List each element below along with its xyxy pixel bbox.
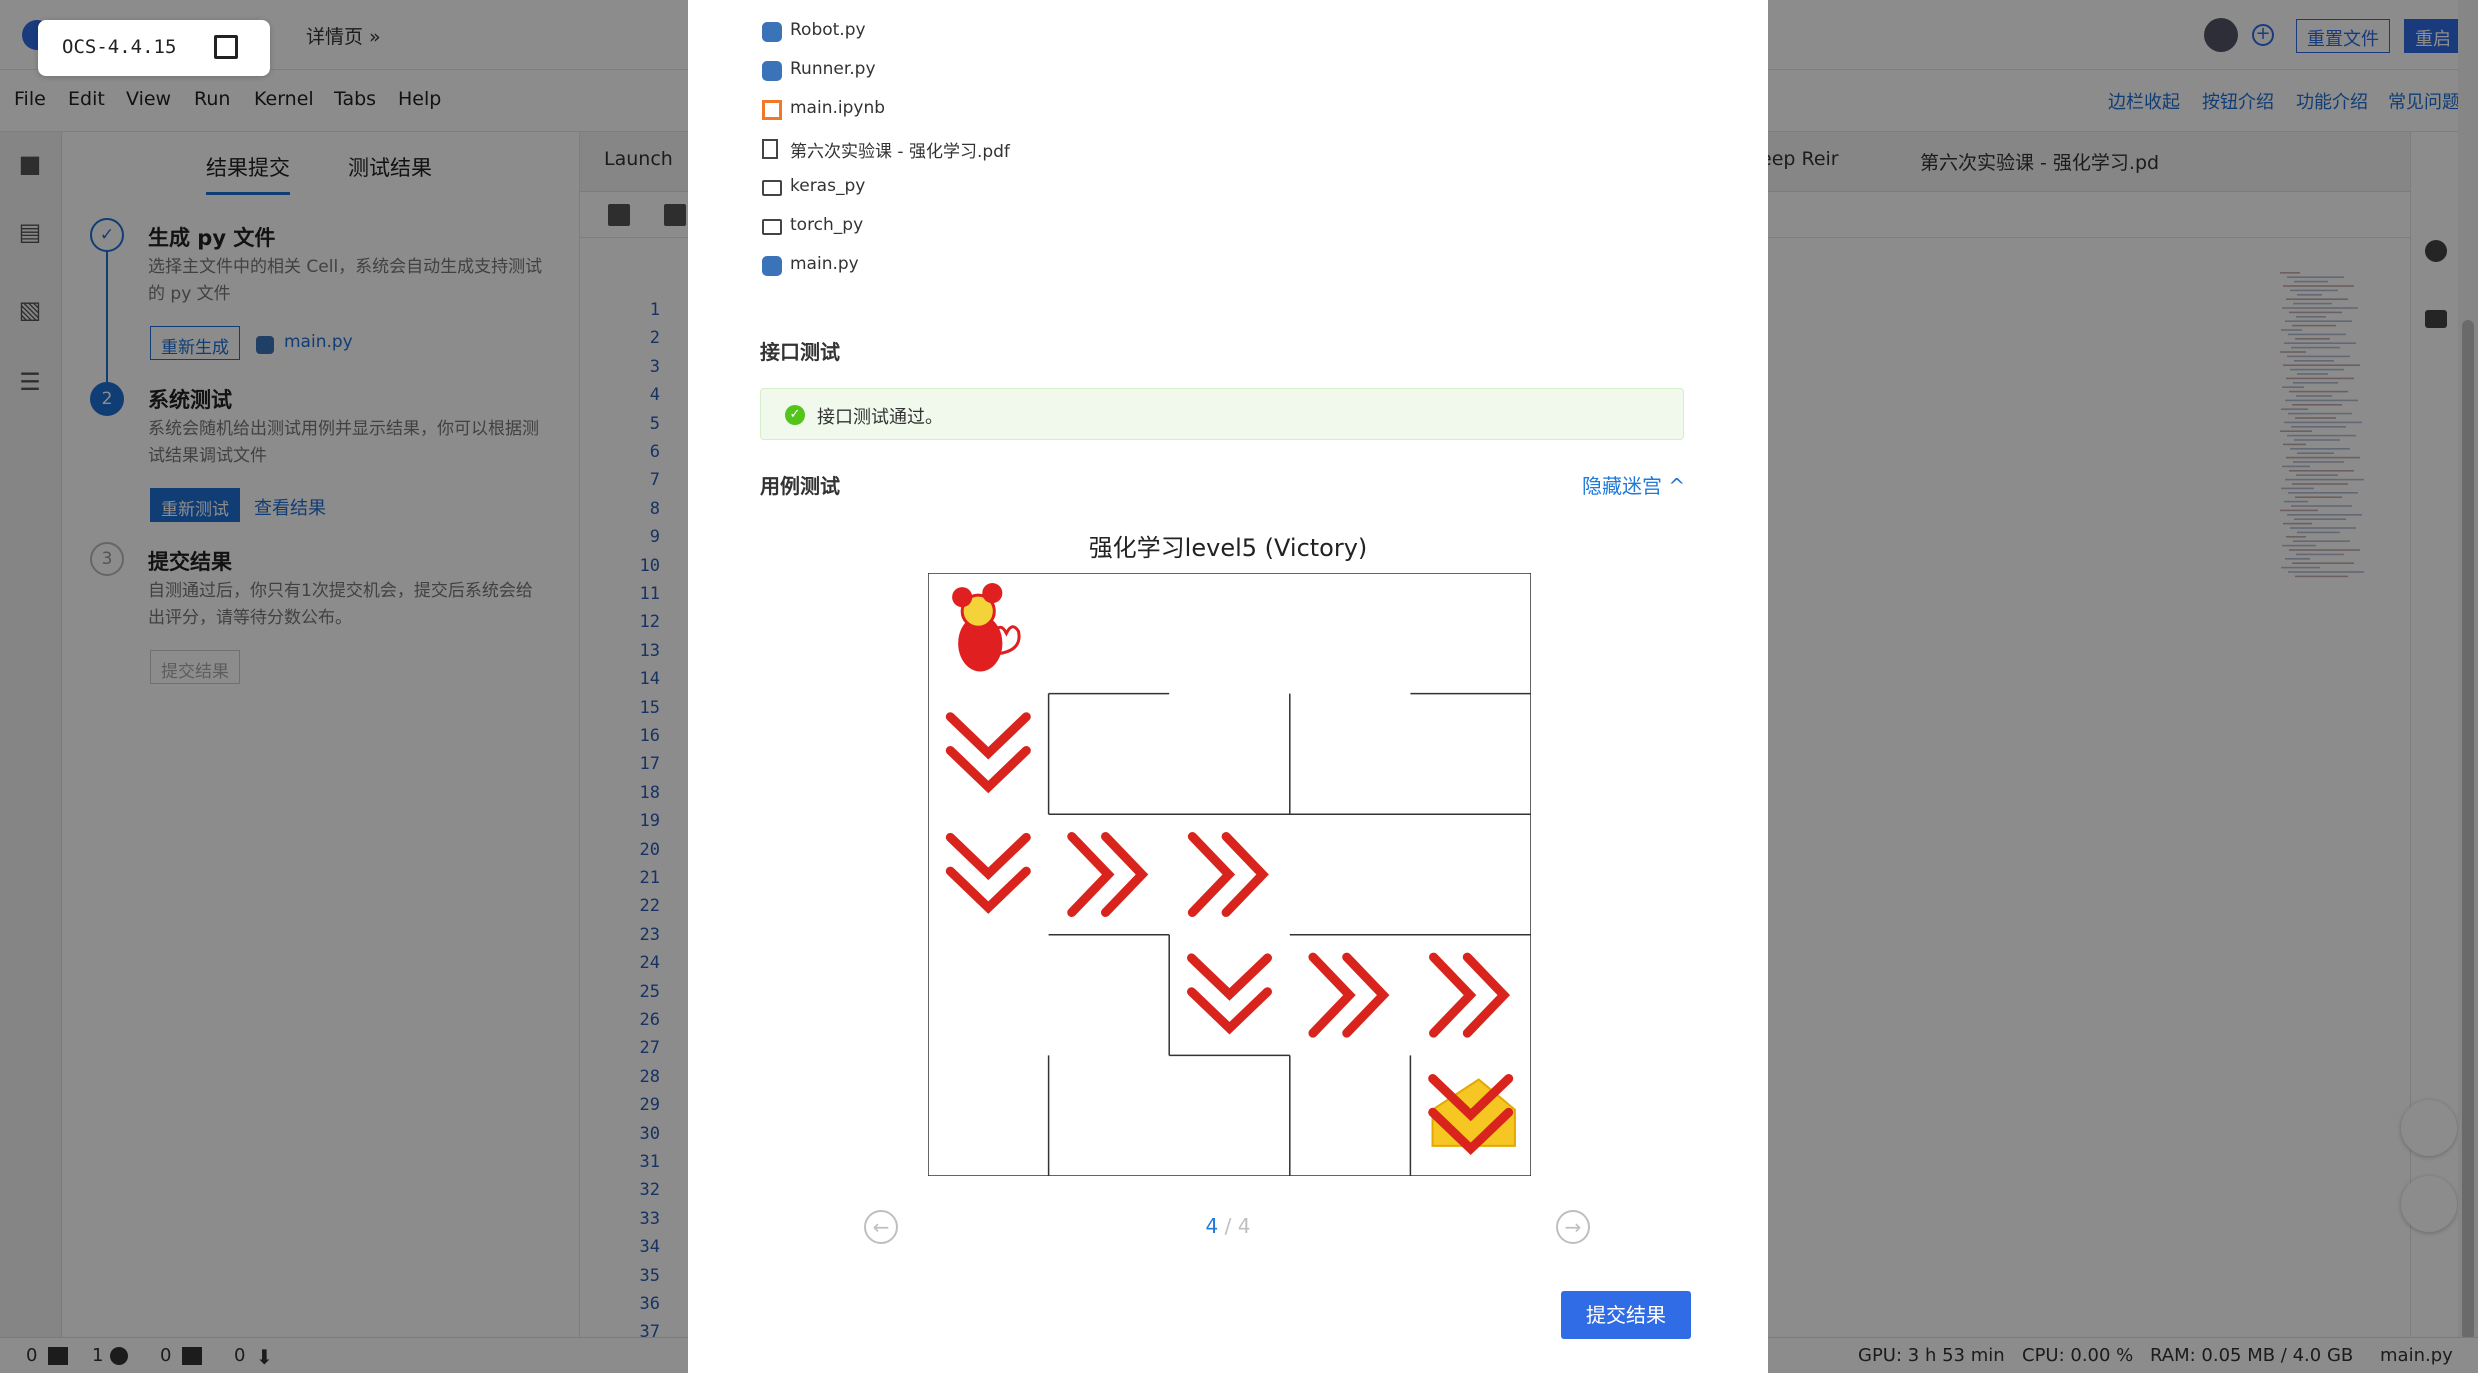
file-name: Runner.py bbox=[790, 59, 876, 79]
page-indicator: 4 / 4 bbox=[688, 1214, 1768, 1238]
file-name: 第六次实验课 - 强化学习.pdf bbox=[790, 142, 1010, 162]
total-pages: 4 bbox=[1237, 1214, 1251, 1238]
maze-pager: ← 4 / 4 → bbox=[688, 1210, 1768, 1246]
api-test-message: 接口测试通过。 bbox=[817, 407, 943, 428]
version-badge: OCS-4.4.15 bbox=[38, 20, 270, 76]
maze-title: 强化学习level5 (Victory) bbox=[1088, 534, 1368, 562]
python-icon bbox=[762, 256, 782, 276]
test-result-modal: Robot.py Runner.py main.ipynb 第六次实验课 - 强化学习… bbox=[688, 0, 1768, 1373]
file-icon bbox=[762, 139, 778, 159]
hide-maze-toggle[interactable]: 隐藏迷宫 ^ bbox=[1582, 470, 1685, 499]
python-icon bbox=[762, 22, 782, 42]
folder-icon bbox=[762, 180, 782, 196]
maze-board bbox=[928, 573, 1531, 1176]
current-page: 4 bbox=[1205, 1214, 1219, 1238]
notebook-icon bbox=[762, 100, 782, 120]
file-name: main.ipynb bbox=[790, 98, 886, 118]
success-check-icon: ✓ bbox=[785, 405, 805, 425]
submit-result-button[interactable]: 提交结果 bbox=[1561, 1291, 1691, 1339]
square-icon[interactable] bbox=[214, 35, 238, 59]
file-name: Robot.py bbox=[790, 20, 866, 40]
file-name: keras_py bbox=[790, 176, 866, 196]
api-test-title: 接口测试 bbox=[760, 340, 840, 364]
python-icon bbox=[762, 61, 782, 81]
file-name: torch_py bbox=[790, 215, 864, 235]
page-separator: / bbox=[1218, 1214, 1238, 1238]
api-test-success-alert: ✓ 接口测试通过。 bbox=[760, 388, 1684, 440]
next-page-icon[interactable]: → bbox=[1556, 1210, 1590, 1244]
folder-icon bbox=[762, 219, 782, 235]
case-test-title: 用例测试 bbox=[760, 474, 840, 498]
version-text: OCS-4.4.15 bbox=[62, 36, 177, 58]
file-name: main.py bbox=[790, 254, 859, 274]
